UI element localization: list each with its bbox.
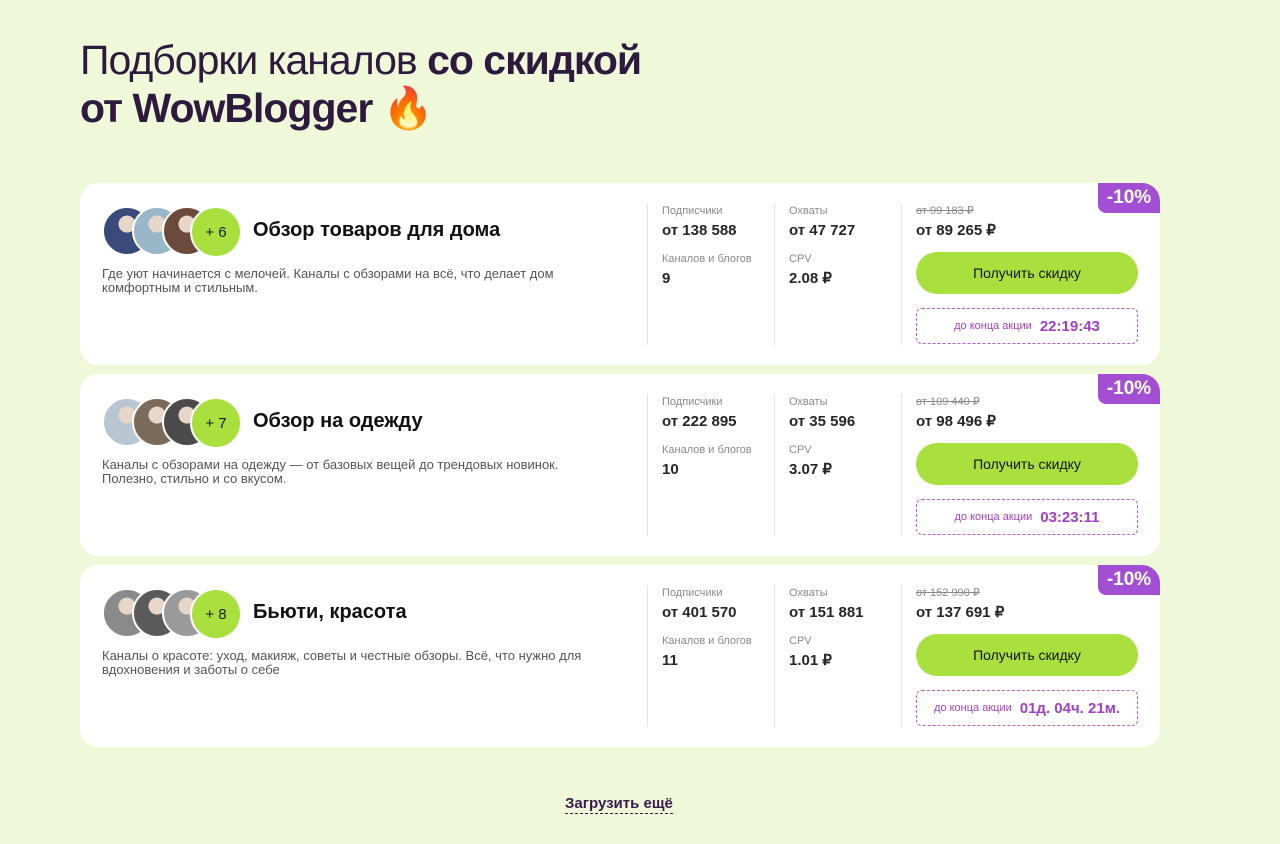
divider xyxy=(774,585,775,727)
discount-badge: -10% xyxy=(1098,374,1160,404)
title-part-light: Подборки каналов xyxy=(80,37,428,83)
discount-badge: -10% xyxy=(1098,565,1160,595)
stat-label: Охваты xyxy=(789,587,828,599)
stat-cpv: CPV 1.01 ₽ xyxy=(789,634,832,670)
promo-timer: до конца акции 01д. 04ч. 21м. xyxy=(916,690,1138,726)
stat-value: от 222 895 xyxy=(662,413,737,430)
stat-subscribers: Подписчики от 138 588 xyxy=(662,204,737,240)
collection-card: + 8 Бьюти, красота Каналы о красоте: ухо… xyxy=(80,565,1160,747)
more-count-badge: + 8 xyxy=(190,588,242,640)
timer-label: до конца акции xyxy=(934,702,1012,714)
title-part-bold: со скидкой xyxy=(427,37,642,83)
stat-value: от 35 596 xyxy=(789,413,856,430)
card-title: Обзор на одежду xyxy=(253,410,423,432)
stat-label: Подписчики xyxy=(662,396,723,408)
card-title: Обзор товаров для дома xyxy=(253,219,501,241)
card-description: Где уют начинается с мелочей. Каналы с о… xyxy=(102,266,554,295)
stat-value: 9 xyxy=(662,270,671,287)
stat-label: Каналов и блогов xyxy=(662,444,752,456)
more-count-badge: + 7 xyxy=(190,397,242,449)
timer-label: до конца акции xyxy=(954,511,1033,523)
old-price: от 152 990 ₽ xyxy=(916,587,980,599)
stat-value: 2.08 ₽ xyxy=(789,270,832,287)
stat-reach: Охваты от 47 727 xyxy=(789,204,855,240)
stat-label: Подписчики xyxy=(662,205,723,217)
collection-card: + 7 Обзор на одежду Каналы с обзорами на… xyxy=(80,374,1160,556)
stat-label: Подписчики xyxy=(662,587,723,599)
stat-subscribers: Подписчики от 222 895 xyxy=(662,395,737,431)
fire-icon: 🔥 xyxy=(382,85,434,131)
discount-badge: -10% xyxy=(1098,183,1160,213)
more-count-badge: + 6 xyxy=(190,206,242,258)
new-price: от 98 496 ₽ xyxy=(916,413,996,430)
timer-value: 03:23:11 xyxy=(1040,508,1100,526)
promo-timer: до конца акции 22:19:43 xyxy=(916,308,1138,344)
stat-cpv: CPV 3.07 ₽ xyxy=(789,443,832,479)
divider xyxy=(774,203,775,345)
stat-value: от 401 570 xyxy=(662,604,737,621)
get-discount-button[interactable]: Получить скидку xyxy=(916,634,1138,676)
old-price: от 109 440 ₽ xyxy=(916,396,980,408)
divider xyxy=(901,203,902,345)
avatar-stack: + 6 xyxy=(102,206,252,258)
new-price: от 137 691 ₽ xyxy=(916,604,1005,621)
card-description: Каналы с обзорами на одежду — от базовых… xyxy=(102,457,559,486)
new-price: от 89 265 ₽ xyxy=(916,222,996,239)
stat-channels: Каналов и блогов 10 xyxy=(662,443,752,479)
stat-label: CPV xyxy=(789,444,812,456)
stat-label: Охваты xyxy=(789,396,828,408)
timer-label: до конца акции xyxy=(954,320,1032,332)
stat-value: от 138 588 xyxy=(662,222,737,239)
stat-value: 1.01 ₽ xyxy=(789,652,832,669)
stat-label: Каналов и блогов xyxy=(662,635,752,647)
divider xyxy=(647,585,648,727)
get-discount-button[interactable]: Получить скидку xyxy=(916,252,1138,294)
load-more-link[interactable]: Загрузить ещё xyxy=(565,795,673,814)
stat-cpv: CPV 2.08 ₽ xyxy=(789,252,832,288)
title-line2: от WowBlogger xyxy=(80,85,383,131)
avatar-stack: + 7 xyxy=(102,397,252,449)
promo-timer: до конца акции 03:23:11 xyxy=(916,499,1138,535)
stat-channels: Каналов и блогов 11 xyxy=(662,634,752,670)
divider xyxy=(647,394,648,536)
stat-value: 3.07 ₽ xyxy=(789,461,832,478)
timer-value: 22:19:43 xyxy=(1039,317,1100,335)
card-description: Каналы о красоте: уход, макияж, советы и… xyxy=(102,648,582,677)
page-title: Подборки каналов со скидкой от WowBlogge… xyxy=(80,36,642,132)
stat-subscribers: Подписчики от 401 570 xyxy=(662,586,737,622)
divider xyxy=(901,585,902,727)
stat-reach: Охваты от 35 596 xyxy=(789,395,855,431)
old-price: от 99 183 ₽ xyxy=(916,205,974,217)
stat-value: от 47 727 xyxy=(789,222,856,239)
avatar-stack: + 8 xyxy=(102,588,252,640)
stat-reach: Охваты от 151 881 xyxy=(789,586,864,622)
stat-label: CPV xyxy=(789,635,812,647)
stat-value: 11 xyxy=(662,652,678,669)
stat-label: Каналов и блогов xyxy=(662,253,752,265)
get-discount-button[interactable]: Получить скидку xyxy=(916,443,1138,485)
stat-channels: Каналов и блогов 9 xyxy=(662,252,752,288)
divider xyxy=(647,203,648,345)
collection-card: + 6 Обзор товаров для дома Где уют начин… xyxy=(80,183,1160,365)
divider xyxy=(901,394,902,536)
timer-value: 01д. 04ч. 21м. xyxy=(1019,699,1120,717)
divider xyxy=(774,394,775,536)
stat-value: от 151 881 xyxy=(789,604,864,621)
stat-value: 10 xyxy=(662,461,679,478)
stat-label: CPV xyxy=(789,253,812,265)
card-title: Бьюти, красота xyxy=(253,601,407,623)
stat-label: Охваты xyxy=(789,205,828,217)
